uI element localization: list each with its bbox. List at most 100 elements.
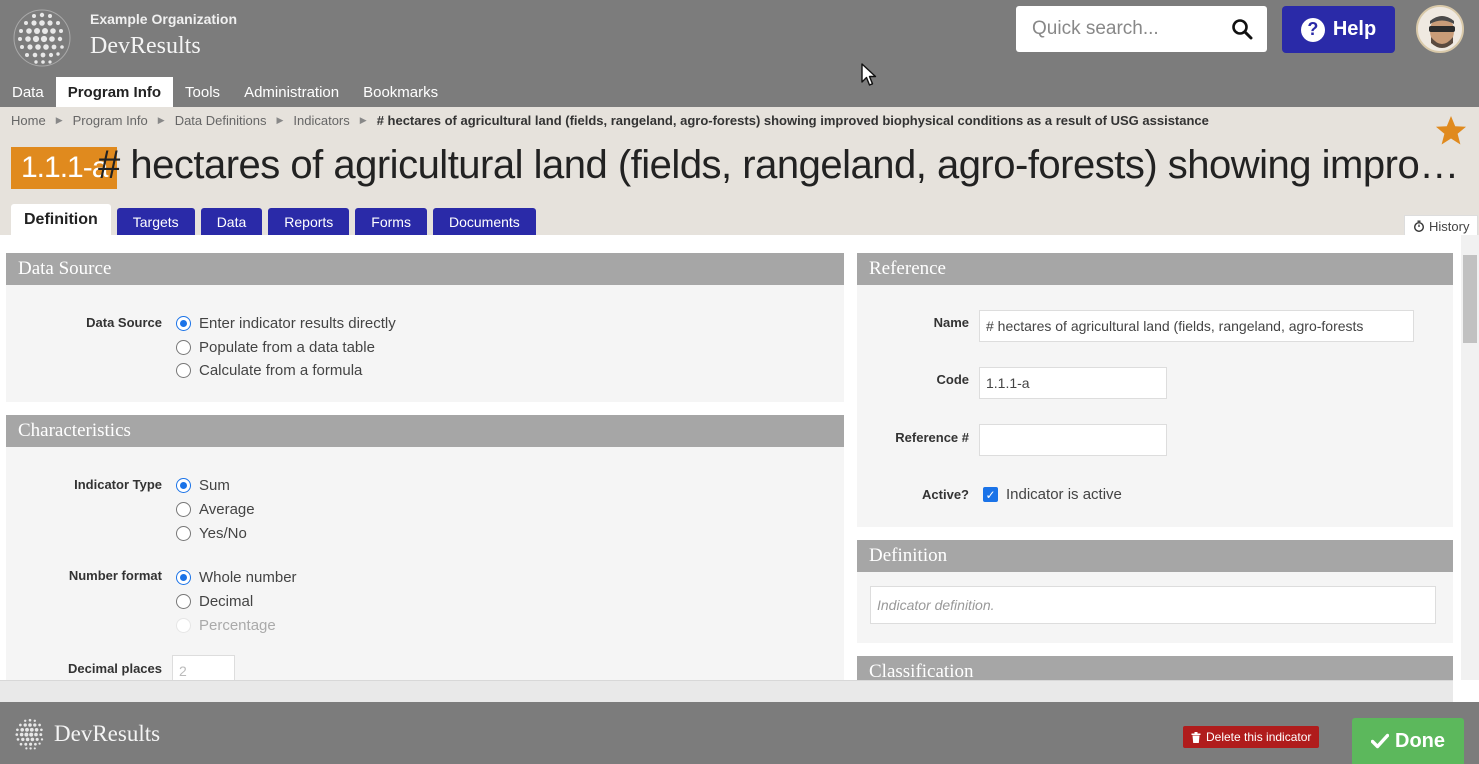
data-source-label: Data Source [86,315,162,330]
indicator-tabs: Definition Targets Data Reports Forms Do… [11,204,536,235]
stopwatch-icon [1414,220,1424,232]
indicator-type-option-yes-no[interactable]: Yes/No [176,525,247,542]
breadcrumb-separator-icon: ▶ [55,115,63,125]
main-nav: Data Program Info Tools Administration B… [0,77,450,107]
breadcrumb-home[interactable]: Home [11,113,46,128]
organization-name: Example Organization [90,11,238,27]
history-button[interactable]: History [1404,215,1479,237]
question-mark-icon: ? [1300,17,1325,42]
done-button-label: Done [1395,729,1445,752]
data-source-option-table[interactable]: Populate from a data table [176,339,375,356]
user-avatar[interactable] [1416,5,1464,53]
quick-search-box[interactable] [1016,6,1267,52]
tab-data[interactable]: Data [200,208,263,235]
checkmark-icon [1371,733,1389,749]
horizontal-scroll-strip [0,680,1453,702]
name-label: Name [933,315,969,330]
devresults-globe-logo-icon [15,718,44,750]
reference-header: Reference [857,253,1453,285]
active-checkbox-label: Indicator is active [1006,486,1122,503]
option-label: Sum [199,477,230,494]
breadcrumb-indicators[interactable]: Indicators [293,113,349,128]
characteristics-header: Characteristics [6,415,844,447]
classification-header: Classification [857,656,1453,680]
nav-item-program-info[interactable]: Program Info [55,77,174,107]
radio-button[interactable] [176,526,191,541]
nav-item-administration[interactable]: Administration [232,77,351,107]
indicator-type-option-average[interactable]: Average [176,501,255,518]
number-format-label: Number format [68,568,162,583]
footer-app-name: DevResults [54,721,161,746]
reference-number-input[interactable] [979,424,1167,456]
help-button-label: Help [1332,18,1377,40]
option-label: Whole number [199,569,297,586]
tab-reports[interactable]: Reports [268,208,350,235]
quick-search-input[interactable] [1016,6,1226,52]
radio-button[interactable] [176,502,191,517]
app-name: DevResults [90,33,201,59]
history-label: History [1429,218,1470,234]
nav-item-bookmarks[interactable]: Bookmarks [351,77,450,107]
radio-button[interactable] [176,570,191,585]
indicator-type-option-sum[interactable]: Sum [176,477,230,494]
radio-button[interactable] [176,316,191,331]
radio-button[interactable] [176,363,191,378]
delete-indicator-button[interactable]: Delete this indicator [1183,726,1320,748]
tab-definition[interactable]: Definition [11,204,111,235]
vertical-scrollbar-thumb[interactable] [1463,255,1477,343]
data-source-header: Data Source [6,253,844,285]
characteristics-panel: Characteristics [6,415,844,680]
radio-button[interactable] [176,594,191,609]
active-label: Active? [922,487,969,502]
tab-documents[interactable]: Documents [432,208,536,235]
breadcrumb-current: # hectares of agricultural land (fields,… [376,113,1209,128]
mouse-cursor-icon [861,63,877,86]
done-button[interactable]: Done [1352,718,1464,764]
page-title: # hectares of agricultural land (fields,… [98,143,1468,187]
footer-logo: DevResults [12,716,160,752]
radio-button[interactable] [176,340,191,355]
breadcrumb-program-info[interactable]: Program Info [73,113,148,128]
breadcrumb-separator-icon: ▶ [276,115,284,125]
reference-number-label: Reference # [895,430,969,445]
tab-targets[interactable]: Targets [116,208,195,235]
trash-icon [1191,731,1201,743]
breadcrumb-separator-icon: ▶ [157,115,165,125]
delete-indicator-label: Delete this indicator [1206,730,1312,744]
option-label: Average [199,501,255,518]
main-content: Data Source Data Source Enter indicator … [0,235,1479,680]
help-button[interactable]: ? Help [1282,6,1395,53]
indicator-type-label: Indicator Type [74,477,162,492]
option-label: Enter indicator results directly [199,315,396,332]
classification-panel: Classification [857,656,1453,680]
option-label: Yes/No [199,525,247,542]
option-label: Decimal [199,593,254,610]
number-format-option-whole[interactable]: Whole number [176,569,297,586]
tab-forms[interactable]: Forms [355,208,427,235]
active-checkbox-row[interactable]: ✓ Indicator is active [983,486,1122,503]
devresults-globe-logo-icon[interactable] [12,8,72,68]
number-format-option-decimal[interactable]: Decimal [176,593,253,610]
radio-button[interactable] [176,478,191,493]
breadcrumb: Home ▶ Program Info ▶ Data Definitions ▶… [11,113,1209,128]
code-input[interactable]: 1.1.1-a [979,367,1167,399]
data-source-option-formula[interactable]: Calculate from a formula [176,362,362,379]
checkbox-checked-icon[interactable]: ✓ [983,487,998,502]
data-source-option-direct[interactable]: Enter indicator results directly [176,315,396,332]
nav-item-tools[interactable]: Tools [173,77,232,107]
decimal-places-input[interactable]: 2 [172,655,235,680]
decimal-places-label: Decimal places [68,661,162,676]
definition-textarea[interactable]: Indicator definition. [870,586,1436,624]
option-label: Populate from a data table [199,339,375,356]
name-input[interactable]: # hectares of agricultural land (fields,… [979,310,1414,342]
definition-header: Definition [857,540,1453,572]
radio-button[interactable] [176,618,191,633]
number-format-option-percentage[interactable]: Percentage [176,617,276,634]
code-label: Code [936,372,970,387]
breadcrumb-separator-icon: ▶ [359,115,367,125]
breadcrumb-data-definitions[interactable]: Data Definitions [175,113,267,128]
option-label: Percentage [199,617,276,634]
nav-item-data[interactable]: Data [0,77,56,107]
search-icon[interactable] [1231,18,1253,40]
option-label: Calculate from a formula [199,362,363,379]
